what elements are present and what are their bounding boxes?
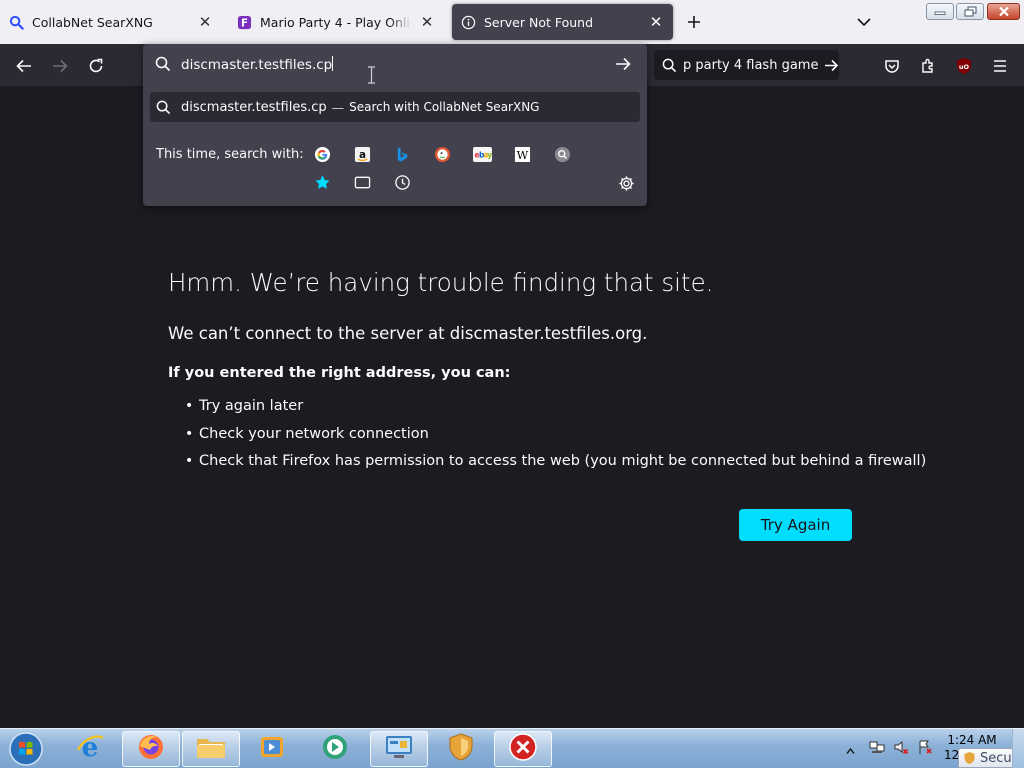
duckduckgo-icon[interactable] <box>431 143 453 165</box>
suggestion-text: Check your network connection <box>199 425 429 442</box>
url-input[interactable]: discmaster.testfiles.cp <box>181 54 601 76</box>
volume-muted-icon[interactable] <box>893 739 909 759</box>
url-bar[interactable]: discmaster.testfiles.cp <box>143 50 647 80</box>
mario-favicon-icon: F <box>236 14 252 30</box>
show-desktop-button[interactable] <box>1012 729 1024 768</box>
tab-title: Mario Party 4 - Play Online on Play <box>260 14 412 30</box>
error-suggestions-list: • Try again later • Check your network con… <box>185 398 926 481</box>
back-button[interactable] <box>11 53 37 79</box>
ebay-icon[interactable]: ebay <box>471 143 493 165</box>
info-icon <box>460 14 476 30</box>
taskbar-file-explorer[interactable] <box>182 731 240 767</box>
ublock-origin-icon[interactable]: uO <box>951 53 977 79</box>
tab-strip: CollabNet SearXNG ✕ F Mario Party 4 - Pl… <box>0 0 1024 44</box>
search-bar[interactable]: p party 4 flash game <box>654 50 839 80</box>
list-item: • Check your network connection <box>185 425 429 442</box>
search-settings-gear-icon[interactable] <box>615 172 637 194</box>
internet-explorer-icon: e <box>75 732 105 766</box>
text-caret <box>332 56 334 71</box>
new-tab-button[interactable] <box>683 11 705 33</box>
taskbar-control-panel[interactable] <box>370 731 428 767</box>
svg-text:F: F <box>240 17 247 29</box>
amazon-icon[interactable]: a <box>351 143 373 165</box>
forward-button[interactable] <box>47 53 73 79</box>
svg-text:W: W <box>516 147 528 161</box>
taskbar-internet-explorer[interactable]: e <box>61 731 119 767</box>
list-item: • Try again later <box>185 398 304 414</box>
restore-button[interactable] <box>956 3 984 20</box>
taskbar-media-player[interactable] <box>243 731 301 767</box>
firefox-icon <box>136 732 166 766</box>
tab-title: CollabNet SearXNG <box>32 14 153 30</box>
urlbar-dropdown: discmaster.testfiles.cp discmaster.testf… <box>143 44 647 206</box>
start-button[interactable] <box>4 731 48 767</box>
searxng-icon[interactable] <box>551 143 573 165</box>
search-suggestion-row[interactable]: discmaster.testfiles.cp — Search with Co… <box>150 92 640 122</box>
search-icon <box>662 58 677 73</box>
try-again-button[interactable]: Try Again <box>739 509 852 541</box>
tab-title: Server Not Found <box>484 14 594 30</box>
search-icon <box>156 100 171 115</box>
media-player-icon <box>258 733 286 765</box>
tab-server-not-found[interactable]: Server Not Found ✕ <box>452 4 673 40</box>
suggestion-text: Try again later <box>199 398 304 414</box>
list-item: • Check that Firefox has permission to ac… <box>185 453 927 469</box>
system-tray <box>842 731 952 767</box>
list-all-tabs-button[interactable] <box>853 12 875 32</box>
history-clock-icon[interactable] <box>391 171 413 193</box>
reload-button[interactable] <box>83 53 109 79</box>
error-page-subtitle: If you entered the right address, you ca… <box>168 365 511 381</box>
google-icon[interactable] <box>311 143 333 165</box>
menu-icon[interactable] <box>987 53 1013 79</box>
url-input-value: discmaster.testfiles.cp <box>181 57 333 73</box>
search-go-icon[interactable] <box>824 59 839 72</box>
svg-text:uO: uO <box>959 63 970 71</box>
svg-text:a: a <box>358 148 365 160</box>
search-bar-value: p party 4 flash game <box>683 57 819 73</box>
taskbar-security-app[interactable] <box>432 731 490 767</box>
network-icon[interactable] <box>869 739 885 759</box>
taskbar-error-app[interactable] <box>494 731 552 767</box>
minimize-button[interactable] <box>926 3 954 20</box>
extensions-icon[interactable] <box>915 53 941 79</box>
close-tab-icon[interactable]: ✕ <box>647 13 665 31</box>
suggestion-action: Search with CollabNet SearXNG <box>349 100 540 114</box>
error-page-title: Hmm. We’re having trouble finding that s… <box>168 268 714 297</box>
suggestion-separator: — <box>331 99 345 115</box>
action-center-flag-icon[interactable] <box>917 739 933 759</box>
tab-collabnet-searxng[interactable]: CollabNet SearXNG ✕ <box>0 4 222 40</box>
error-x-icon <box>508 732 538 766</box>
suggestion-query: discmaster.testfiles.cp <box>181 99 327 115</box>
tabs-icon[interactable] <box>351 171 373 193</box>
search-favicon-icon <box>8 14 24 30</box>
taskbar: e <box>0 728 1024 768</box>
security-shield-icon <box>447 732 475 766</box>
media-center-icon <box>320 732 350 766</box>
taskbar-media-center[interactable] <box>306 731 364 767</box>
text-cursor-icon <box>368 66 375 84</box>
bing-icon[interactable] <box>391 143 413 165</box>
clock-time: 1:24 AM <box>947 733 997 747</box>
close-window-button[interactable] <box>987 3 1020 20</box>
notification-text: Secu <box>980 750 1012 766</box>
folder-icon <box>195 733 227 765</box>
one-off-search-label: This time, search with: <box>156 147 304 162</box>
go-arrow-icon[interactable] <box>615 56 631 75</box>
close-tab-icon[interactable]: ✕ <box>196 13 214 31</box>
search-icon <box>155 56 171 76</box>
taskbar-firefox[interactable] <box>122 731 180 767</box>
security-shield-icon <box>963 751 976 765</box>
pocket-icon[interactable] <box>879 53 905 79</box>
wikipedia-icon[interactable]: W <box>511 143 533 165</box>
control-panel-icon <box>384 733 414 765</box>
error-page-description: We can’t connect to the server at discma… <box>168 324 648 343</box>
bookmarks-star-icon[interactable] <box>311 171 333 193</box>
show-hidden-icons-icon[interactable] <box>846 740 855 759</box>
close-tab-icon[interactable]: ✕ <box>418 13 436 31</box>
tab-mario-party[interactable]: F Mario Party 4 - Play Online on Play ✕ <box>228 4 444 40</box>
suggestion-text: Check that Firefox has permission to acc… <box>199 453 927 469</box>
svg-text:y: y <box>487 150 492 159</box>
